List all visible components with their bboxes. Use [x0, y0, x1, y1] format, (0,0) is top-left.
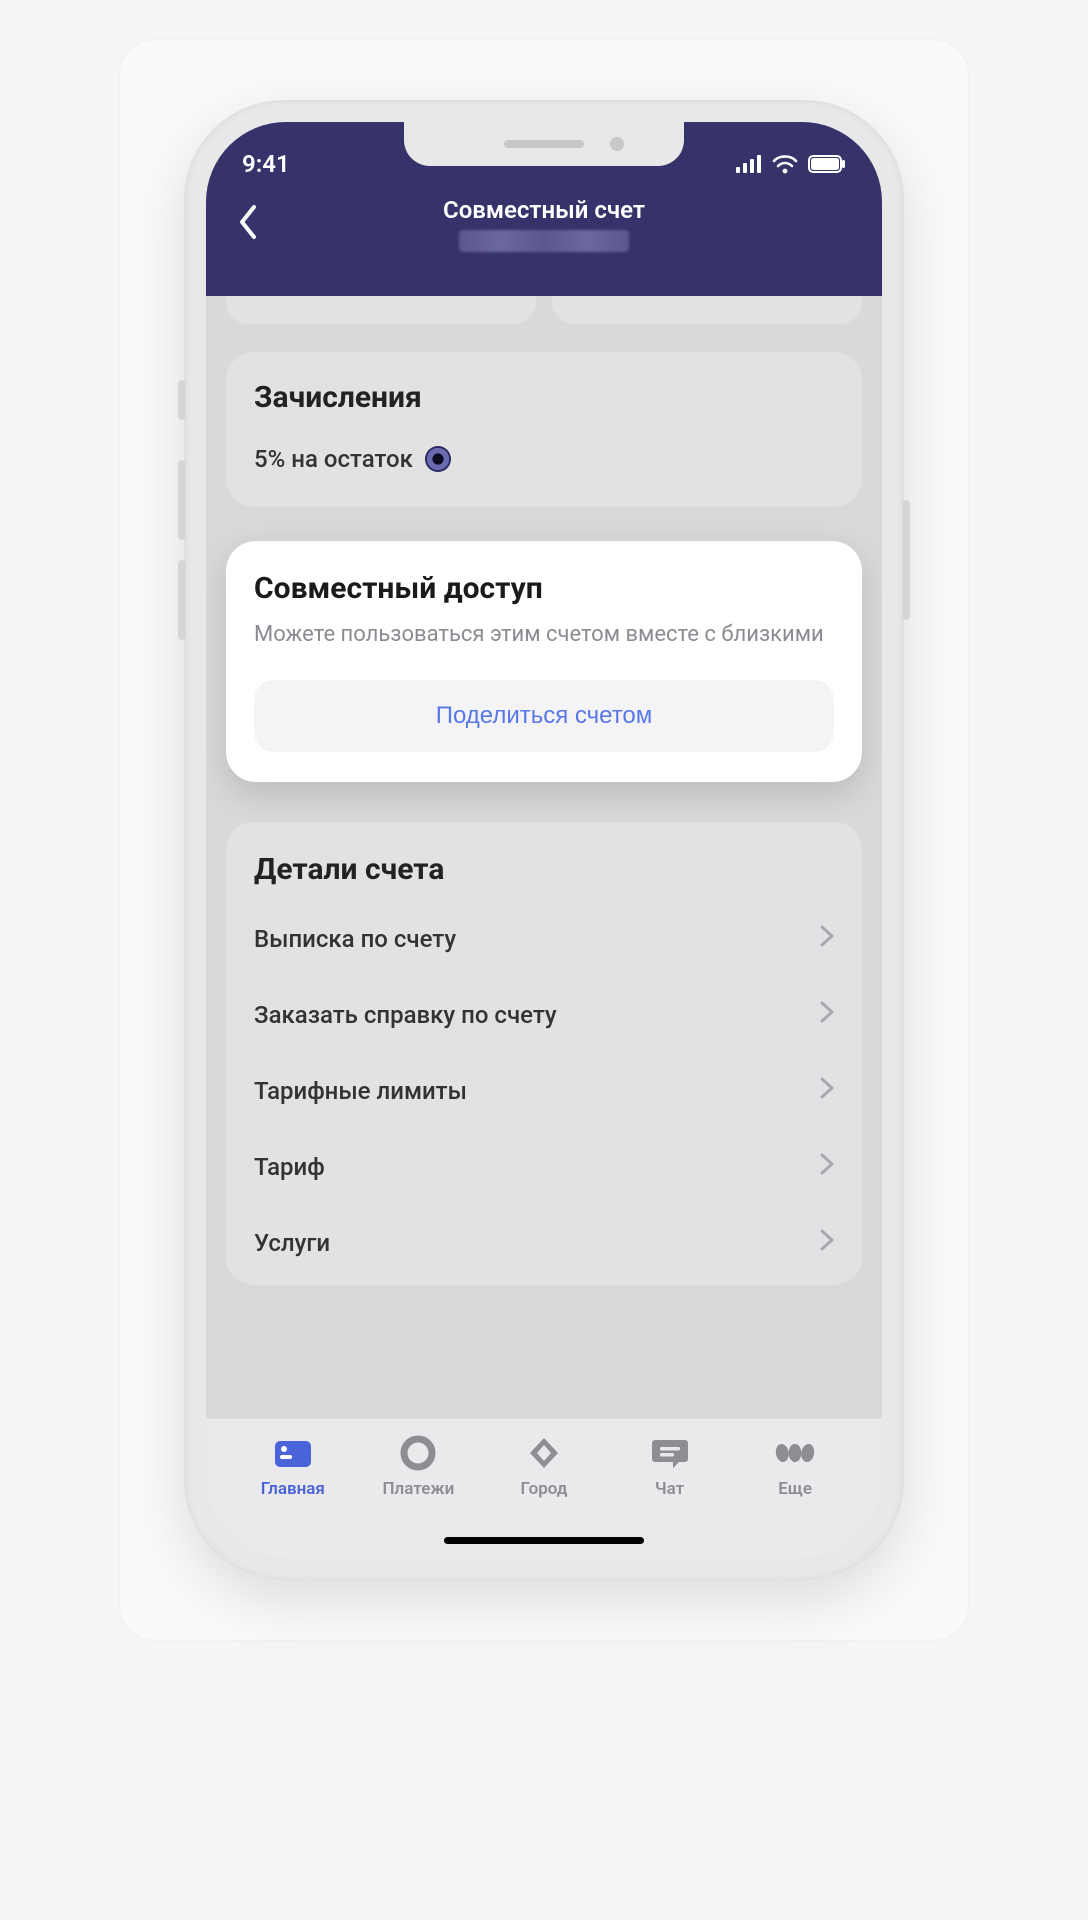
- battery-icon: [808, 155, 846, 173]
- status-time: 9:41: [242, 150, 290, 178]
- front-camera: [610, 137, 624, 151]
- tab-chat[interactable]: Чат: [607, 1435, 733, 1499]
- account-details-card: Детали счета Выписка по счету Заказать с…: [226, 822, 862, 1285]
- tab-label: Город: [521, 1479, 568, 1499]
- notch: [404, 122, 684, 166]
- tab-home[interactable]: Главная: [230, 1435, 356, 1499]
- details-row-services[interactable]: Услуги: [226, 1205, 862, 1281]
- tab-label: Главная: [261, 1479, 325, 1499]
- power-button: [902, 500, 910, 620]
- share-account-button[interactable]: Поделиться счетом: [254, 680, 834, 752]
- more-icon: [775, 1435, 815, 1471]
- chevron-left-icon: [238, 205, 258, 239]
- partial-card[interactable]: [226, 296, 536, 324]
- info-icon[interactable]: [425, 446, 451, 472]
- status-indicators: [736, 154, 846, 174]
- shared-access-title: Совместный доступ: [254, 571, 834, 606]
- chevron-right-icon: [820, 1077, 834, 1105]
- interest-row[interactable]: 5% на остаток: [254, 445, 834, 473]
- details-title: Детали счета: [226, 852, 862, 901]
- details-row-order-certificate[interactable]: Заказать справку по счету: [226, 977, 862, 1053]
- chevron-right-icon: [820, 1229, 834, 1257]
- page-subtitle-redacted: [459, 230, 629, 252]
- payments-icon: [398, 1435, 438, 1471]
- accruals-title: Зачисления: [254, 380, 834, 415]
- mute-switch: [178, 380, 186, 420]
- tab-label: Чат: [655, 1479, 684, 1499]
- speaker-grille: [504, 140, 584, 148]
- volume-down-button: [178, 560, 186, 640]
- details-row-tariff[interactable]: Тариф: [226, 1129, 862, 1205]
- tab-label: Платежи: [383, 1479, 455, 1499]
- home-indicator[interactable]: [444, 1537, 644, 1544]
- volume-up-button: [178, 460, 186, 540]
- row-label: Заказать справку по счету: [254, 1001, 557, 1029]
- chevron-right-icon: [820, 1153, 834, 1181]
- row-label: Тарифные лимиты: [254, 1077, 467, 1105]
- row-label: Тариф: [254, 1153, 325, 1181]
- tab-payments[interactable]: Платежи: [356, 1435, 482, 1499]
- interest-text: 5% на остаток: [254, 445, 413, 473]
- partial-card[interactable]: [552, 296, 862, 324]
- shared-access-subtitle: Можете пользоваться этим счетом вместе с…: [254, 620, 834, 650]
- chat-icon: [650, 1435, 690, 1471]
- home-card-icon: [273, 1435, 313, 1471]
- chevron-right-icon: [820, 925, 834, 953]
- content-area[interactable]: Зачисления 5% на остаток Совместный дост…: [206, 296, 882, 1418]
- page-title: Совместный счет: [443, 196, 645, 224]
- tab-city[interactable]: Город: [481, 1435, 607, 1499]
- back-button[interactable]: [226, 200, 270, 244]
- accruals-card: Зачисления 5% на остаток: [226, 352, 862, 507]
- phone-frame: 9:41: [184, 100, 904, 1580]
- tab-more[interactable]: Еще: [732, 1435, 858, 1499]
- details-row-tariff-limits[interactable]: Тарифные лимиты: [226, 1053, 862, 1129]
- device-mockup-canvas: 9:41: [120, 40, 968, 1640]
- row-label: Выписка по счету: [254, 925, 456, 953]
- shared-access-card: Совместный доступ Можете пользоваться эт…: [226, 541, 862, 782]
- partial-cards-row: [226, 296, 862, 324]
- chevron-right-icon: [820, 1001, 834, 1029]
- details-row-statement[interactable]: Выписка по счету: [226, 901, 862, 977]
- screen: 9:41: [206, 122, 882, 1558]
- city-icon: [524, 1435, 564, 1471]
- tab-label: Еще: [778, 1479, 812, 1499]
- row-label: Услуги: [254, 1229, 330, 1257]
- nav-title-wrap: Совместный счет: [443, 196, 645, 252]
- nav-bar: Совместный счет: [206, 188, 882, 296]
- cellular-icon: [736, 155, 762, 173]
- wifi-icon: [772, 154, 798, 174]
